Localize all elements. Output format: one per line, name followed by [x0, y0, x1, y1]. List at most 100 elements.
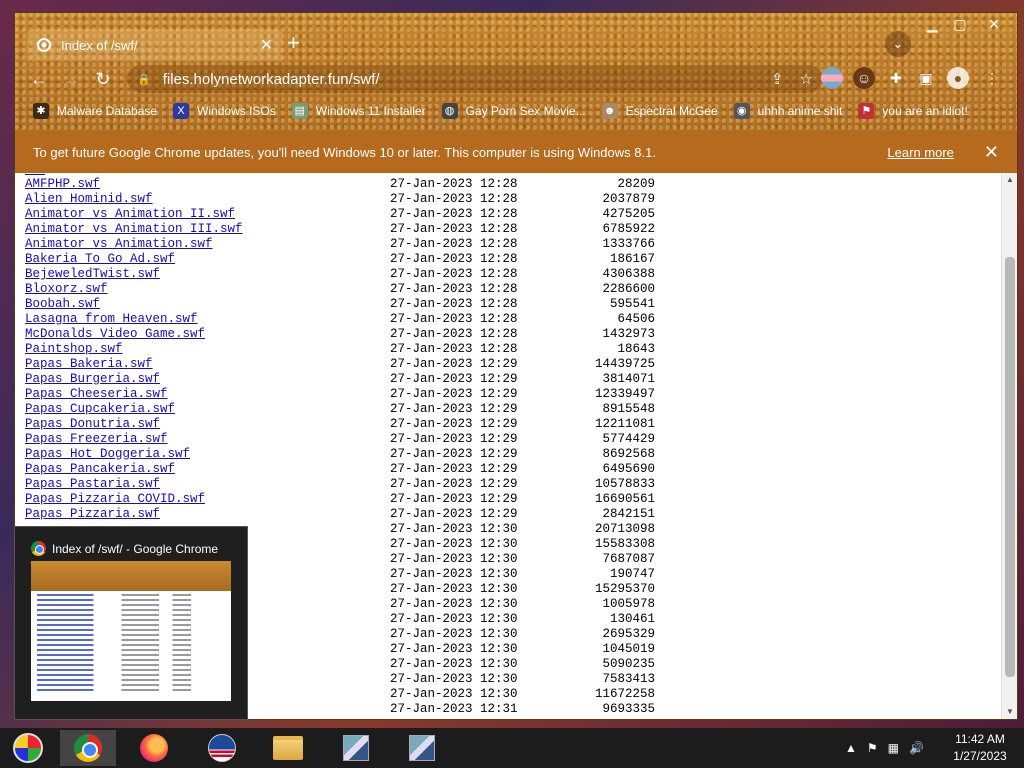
file-link[interactable]: Papas Pastaria.swf — [25, 477, 390, 492]
system-tray: ▲ ⚑ ▦ 🔊 — [845, 728, 934, 768]
share-icon[interactable]: ⇪ — [771, 70, 784, 88]
show-hidden-icons[interactable]: ▲ — [845, 741, 857, 755]
file-size: 10578833 — [594, 477, 655, 491]
file-link[interactable]: Papas Donutria.swf — [25, 417, 390, 432]
file-link[interactable]: Papas Cupcakeria.swf — [25, 402, 390, 417]
back-button[interactable]: ← — [27, 67, 51, 91]
taskbar-installer-1[interactable] — [328, 730, 384, 766]
file-link[interactable]: McDonalds Video Game.swf — [25, 327, 390, 342]
side-panel-icon[interactable]: ▣ — [915, 67, 937, 89]
avatar-extension-icon[interactable]: ☺ — [853, 67, 875, 89]
taskbar-firefox[interactable] — [126, 730, 182, 766]
new-tab-button[interactable]: + — [287, 32, 300, 54]
thumbnail-line — [37, 624, 225, 626]
bookmark-uhhh-anime[interactable]: ◉ uhhh anime shit — [733, 103, 842, 119]
network-icon[interactable]: ▦ — [888, 741, 899, 755]
file-row: Papas Hot Doggeria.swf 27-Jan-2023 12:29 8… — [25, 447, 655, 462]
file-size: 6785922 — [602, 222, 655, 236]
file-link[interactable]: Bloxorz.swf — [25, 282, 390, 297]
maximize-button[interactable]: ▢ — [945, 15, 975, 33]
profile-icon[interactable]: ● — [947, 67, 969, 89]
bookmark-windows-isos[interactable]: X Windows ISOs — [173, 103, 276, 119]
file-link[interactable]: Papas Hot Doggeria.swf — [25, 447, 390, 462]
thumbnail-line — [37, 629, 225, 631]
reload-button[interactable]: ↻ — [91, 67, 115, 91]
bookmark-star-icon[interactable]: ☆ — [800, 70, 813, 88]
scroll-up-icon[interactable]: ▲ — [1002, 173, 1018, 187]
taskbar-file-explorer[interactable] — [260, 730, 316, 766]
file-size: 2037879 — [602, 192, 655, 206]
bookmark-windows-11-installer[interactable]: ▤ Windows 11 Installer — [291, 103, 426, 119]
file-link[interactable]: Bakeria To Go Ad.swf — [25, 252, 390, 267]
tab-search-icon[interactable]: ⌄ — [885, 31, 911, 57]
file-link[interactable]: Animator vs Animation.swf — [25, 237, 390, 252]
volume-icon[interactable]: 🔊 — [909, 741, 924, 755]
file-row: Bloxorz.swf 27-Jan-2023 12:28 2286600 — [25, 282, 655, 297]
thumbnail-line — [37, 604, 225, 606]
file-row: McDonalds Video Game.swf 27-Jan-2023 12:2… — [25, 327, 655, 342]
file-row: Papas Pizzaria COVID.swf 27-Jan-2023 12:2… — [25, 492, 655, 507]
bookmark-you-are-an-idiot[interactable]: ⚑ you are an idiot! — [858, 103, 968, 119]
bookmark-espectral-mcgee[interactable]: ☻ Espectral McGee — [601, 103, 718, 119]
close-tab-icon[interactable]: ✕ — [260, 35, 273, 55]
preview-title: Index of /swf/ - Google Chrome — [52, 541, 219, 556]
file-date: 27-Jan-2023 12:29 — [390, 417, 518, 431]
minimize-button[interactable]: ▁ — [917, 15, 947, 33]
file-link[interactable]: Paintshop.swf — [25, 342, 390, 357]
parent-directory-link[interactable] — [25, 173, 45, 175]
file-row: Papas Pancakeria.swf 27-Jan-2023 12:29 649… — [25, 462, 655, 477]
file-size: 16690561 — [594, 492, 655, 506]
close-infobar-icon[interactable]: ✕ — [984, 142, 999, 163]
file-link[interactable]: Lasagna from Heaven.swf — [25, 312, 390, 327]
file-link[interactable]: Papas Pizzaria COVID.swf — [25, 492, 390, 507]
bookmark-malware-database[interactable]: ✱ Malware Database — [33, 103, 157, 119]
file-link[interactable]: AMFPHP.swf — [25, 177, 390, 192]
close-window-button[interactable]: ✕ — [977, 15, 1011, 33]
file-link[interactable]: Alien Hominid.swf — [25, 192, 390, 207]
scroll-thumb[interactable] — [1005, 257, 1015, 677]
file-link[interactable]: Animator vs Animation III.swf — [25, 222, 390, 237]
file-size: 12211081 — [594, 417, 655, 431]
taskbar-installer-2[interactable] — [394, 730, 450, 766]
extensions-puzzle-icon[interactable]: ✚ — [885, 67, 907, 89]
taskbar-chrome[interactable] — [60, 730, 116, 766]
file-link[interactable]: BejeweledTwist.swf — [25, 267, 390, 282]
clock-date: 1/27/2023 — [953, 749, 1007, 763]
taskbar-obama[interactable] — [194, 730, 250, 766]
bookmark-gay-porn-sex-movie[interactable]: ◍ Gay Porn Sex Movie... — [441, 103, 586, 119]
thumbnail-line — [37, 679, 225, 681]
thumbnail-line — [37, 689, 225, 691]
flag-extension-icon[interactable] — [821, 67, 843, 89]
start-button[interactable] — [0, 730, 56, 766]
face-icon: ☻ — [601, 103, 618, 119]
tab-index-swf[interactable]: Index of /swf/ ✕ — [27, 29, 283, 61]
file-date: 27-Jan-2023 12:29 — [390, 402, 518, 416]
file-date: 27-Jan-2023 12:29 — [390, 507, 518, 521]
thumbnail-line — [37, 669, 225, 671]
address-bar[interactable]: 🔒 files.holynetworkadapter.fun/swf/ ⇪ ☆ — [127, 65, 823, 93]
file-size: 20713098 — [594, 522, 655, 536]
file-size: 2695329 — [602, 627, 655, 641]
file-link[interactable]: Papas Pizzaria.swf — [25, 507, 390, 522]
file-link[interactable]: Papas Cheeseria.swf — [25, 387, 390, 402]
file-size: 190747 — [609, 567, 655, 581]
file-link[interactable]: Papas Burgeria.swf — [25, 372, 390, 387]
file-link[interactable]: Papas Bakeria.swf — [25, 357, 390, 372]
menu-kebab-icon[interactable]: ⋮ — [981, 67, 1003, 89]
file-link[interactable]: Animator vs Animation II.swf — [25, 207, 390, 222]
scroll-down-icon[interactable]: ▼ — [1002, 705, 1018, 719]
thumbnail-line — [37, 684, 225, 686]
vertical-scrollbar[interactable]: ▲ ▼ — [1001, 173, 1017, 719]
file-size: 4275205 — [602, 207, 655, 221]
taskbar-preview[interactable]: Index of /swf/ - Google Chrome — [14, 526, 248, 720]
learn-more-link[interactable]: Learn more — [887, 145, 953, 160]
file-link[interactable]: Papas Freezeria.swf — [25, 432, 390, 447]
url-text: files.holynetworkadapter.fun/swf/ — [162, 70, 380, 88]
file-link[interactable]: Papas Pancakeria.swf — [25, 462, 390, 477]
forward-button[interactable]: → — [59, 67, 83, 91]
flag-icon[interactable]: ⚑ — [867, 741, 878, 755]
clock[interactable]: 11:42 AM 1/27/2023 — [942, 731, 1018, 765]
file-link[interactable]: Boobah.swf — [25, 297, 390, 312]
lock-icon[interactable]: 🔒 — [137, 73, 151, 86]
preview-thumbnail[interactable] — [31, 561, 231, 701]
